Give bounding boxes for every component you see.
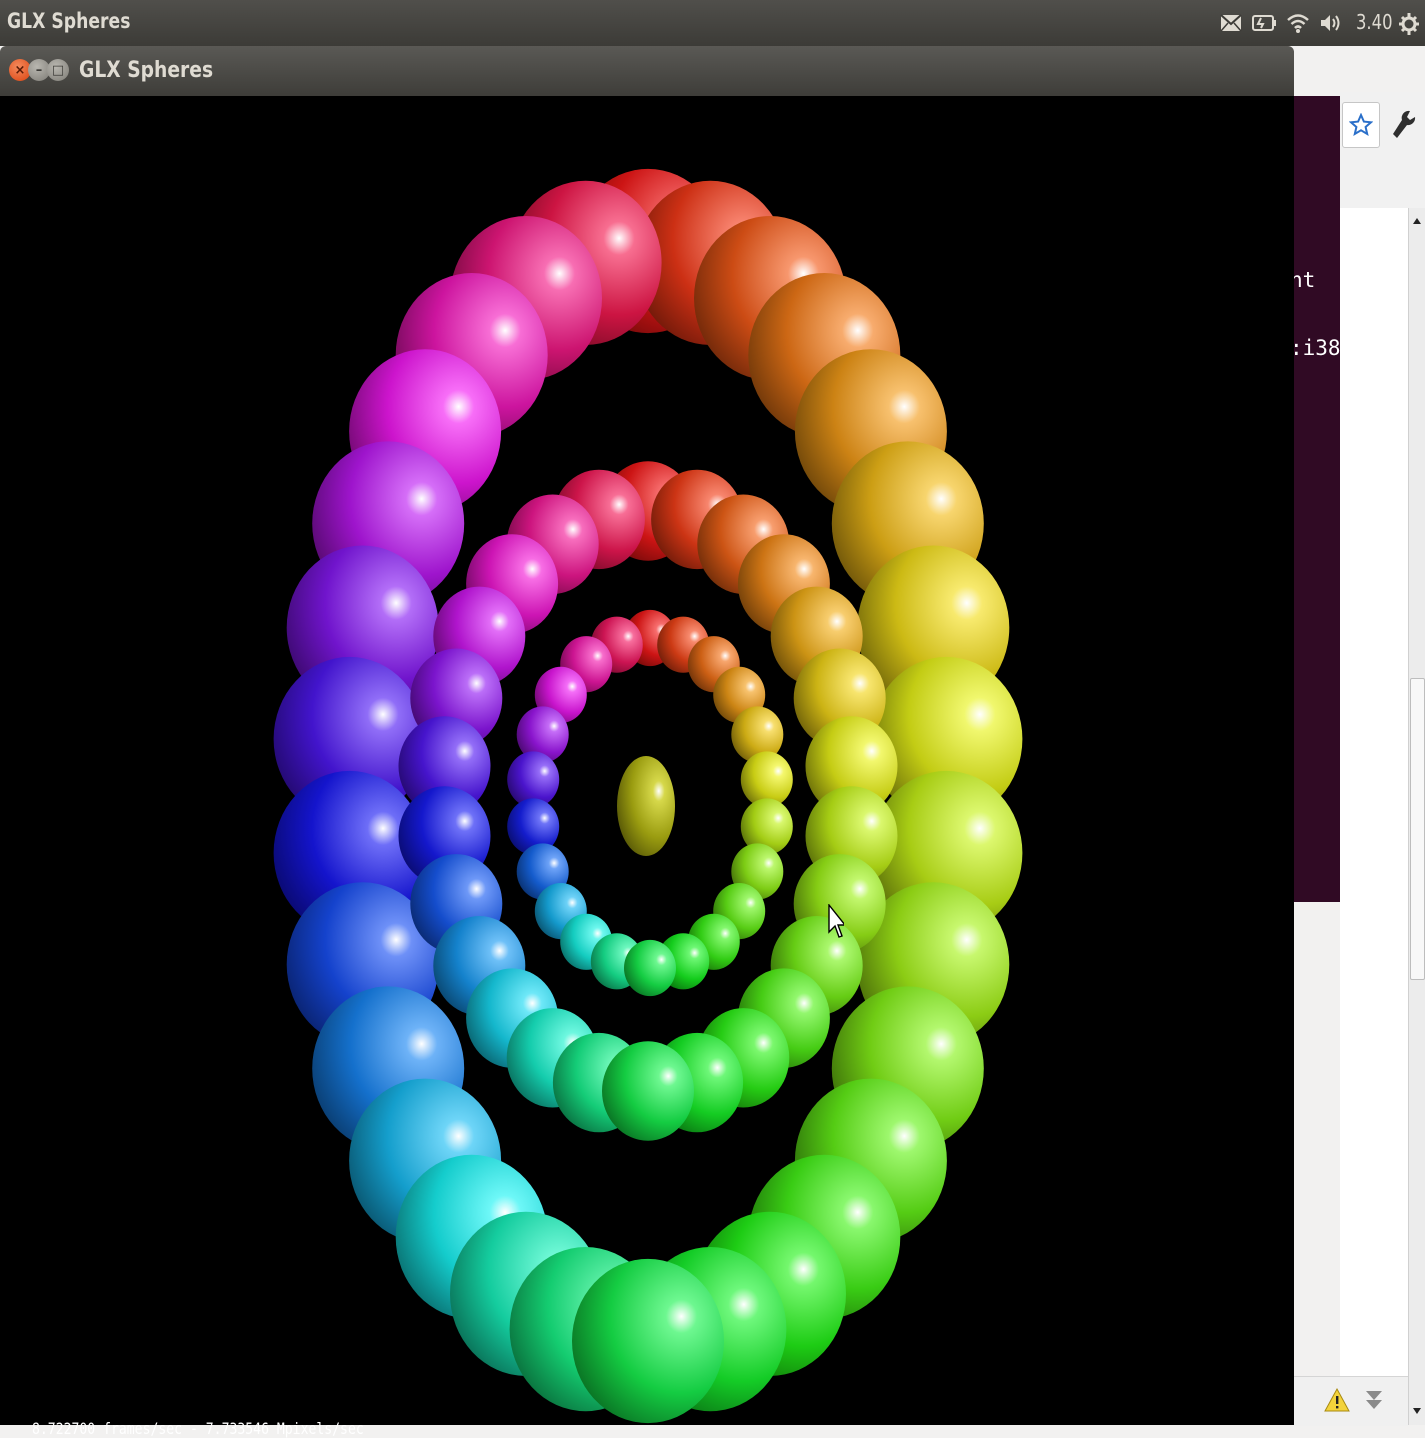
browser-page[interactable] (1340, 208, 1408, 1425)
battery-icon[interactable] (1251, 8, 1277, 38)
window-title: GLX Spheres (79, 58, 214, 83)
render-canvas[interactable]: 8.722700 frames/sec - 7.733546 Mpixels/s… (0, 96, 1294, 1438)
browser-bottom-bar (1294, 1376, 1408, 1426)
maximize-button[interactable]: □ (47, 59, 69, 81)
center-sphere (617, 756, 675, 856)
mouse-cursor-icon (828, 904, 844, 938)
glx-spheres-window[interactable]: × – □ GLX Spheres 8.722700 frames/sec - … (0, 46, 1294, 1438)
top-panel: GLX Spheres 3.40 (0, 0, 1425, 46)
wrench-icon[interactable] (1390, 108, 1418, 142)
close-icon: × (14, 62, 26, 78)
sphere (602, 1041, 694, 1141)
bookmark-star-icon[interactable] (1342, 102, 1380, 148)
wifi-icon[interactable] (1284, 8, 1312, 38)
clock[interactable]: 3.40 (1356, 10, 1393, 34)
panel-app-title: GLX Spheres (7, 9, 131, 33)
chevron-down-icon[interactable] (1362, 1387, 1386, 1417)
maximize-icon: □ (51, 62, 65, 78)
mail-icon[interactable] (1218, 8, 1244, 38)
sphere (624, 939, 676, 997)
terminal-line: :i386 (1290, 336, 1340, 360)
scrollbar[interactable] (1408, 208, 1425, 1425)
scroll-thumb[interactable] (1410, 678, 1425, 980)
fps-readout: 8.722700 frames/sec - 7.733546 Mpixels/s… (32, 1419, 364, 1438)
spheres-scene (273, 168, 1023, 1424)
warning-icon[interactable] (1324, 1387, 1350, 1417)
scroll-up-icon[interactable] (1411, 214, 1423, 228)
scroll-down-icon[interactable] (1411, 1404, 1423, 1418)
gear-icon[interactable] (1396, 8, 1422, 38)
minimize-icon: – (35, 62, 43, 78)
window-titlebar[interactable]: × – □ GLX Spheres (0, 46, 1294, 96)
background-terminal[interactable]: nt :i386 (1290, 96, 1340, 902)
sphere (572, 1258, 724, 1424)
volume-icon[interactable] (1318, 8, 1344, 38)
